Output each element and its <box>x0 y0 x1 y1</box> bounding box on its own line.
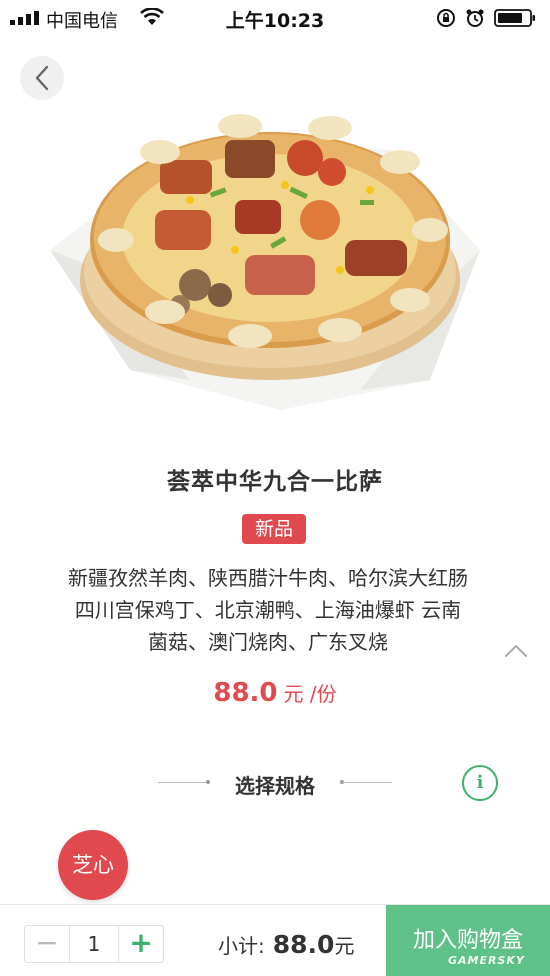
description-line: 新疆孜然羊肉、陕西腊汁牛肉、哈尔滨大红肠 <box>68 566 468 590</box>
increase-button[interactable]: + <box>119 926 163 962</box>
product-title: 荟萃中华九合一比萨 <box>167 469 383 495</box>
price-unit: 元 /份 <box>283 682 337 706</box>
divider-right <box>342 782 392 783</box>
quantity-stepper: − 1 + <box>24 925 164 963</box>
chevron-up-icon[interactable] <box>503 640 529 660</box>
subtotal: 小计: 88.0元 <box>218 925 354 965</box>
pizza-image <box>50 114 480 410</box>
alarm-icon <box>466 9 484 27</box>
info-icon[interactable]: i <box>462 765 498 801</box>
battery-icon <box>494 9 535 27</box>
price-value: 88.0 <box>213 678 278 708</box>
quantity-value[interactable]: 1 <box>69 926 119 962</box>
subtotal-value: 88.0 <box>272 930 335 959</box>
back-chevron-icon <box>35 65 49 91</box>
product-description: 新疆孜然羊肉、陕西腊汁牛肉、哈尔滨大红肠 四川宫保鸡丁、北京潮鸭、上海油爆虾 云… <box>18 562 518 658</box>
new-badge: 新品 <box>242 514 306 544</box>
description-line: 菌菇、澳门烧肉、广东叉烧 <box>148 630 388 654</box>
subtotal-label: 小计: <box>218 934 265 958</box>
decrease-button[interactable]: − <box>25 926 69 962</box>
lock-rotation-icon <box>437 9 455 27</box>
price-row: 88.0 元 /份 <box>0 678 550 708</box>
status-bar: 中国电信 上午10:23 <box>0 0 550 36</box>
subtotal-unit: 元 <box>334 934 355 958</box>
description-line: 四川宫保鸡丁、北京潮鸭、上海油爆虾 云南 <box>74 598 462 622</box>
watermark: GAMERSKY <box>448 954 525 967</box>
stuffed-crust-option[interactable]: 芝心 <box>58 830 128 900</box>
back-button[interactable] <box>20 56 64 100</box>
